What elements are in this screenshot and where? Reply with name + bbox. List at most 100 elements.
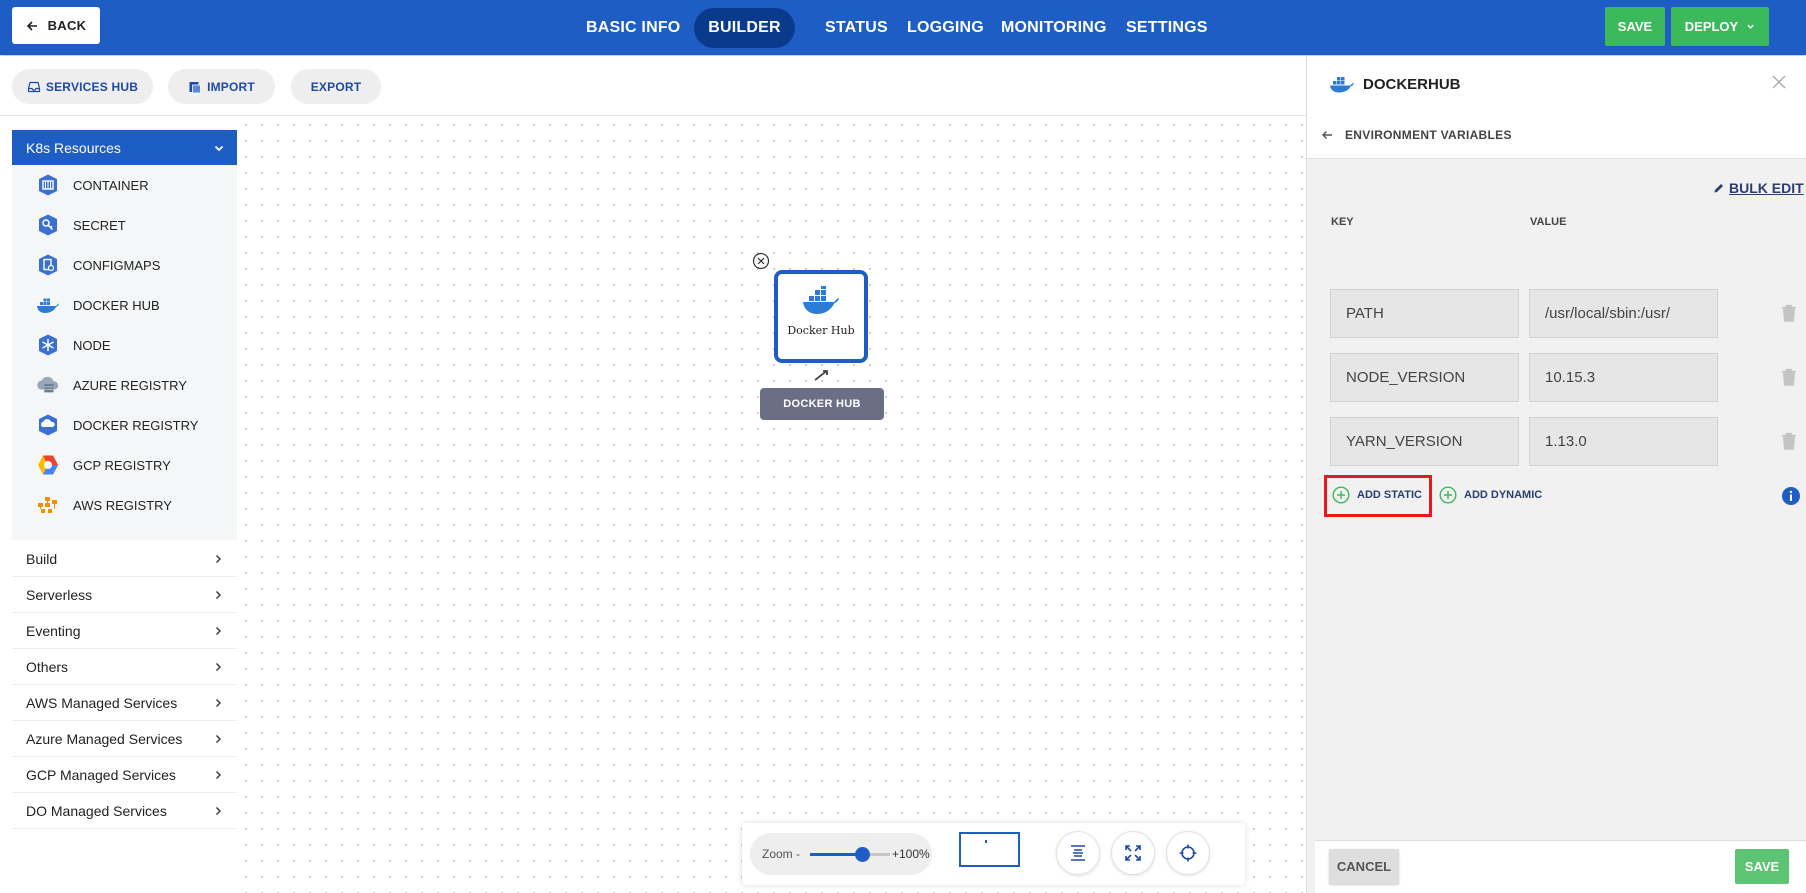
align-center-button[interactable] bbox=[1056, 831, 1100, 875]
sidebar-item-label: SECRET bbox=[73, 217, 126, 233]
sidebar-category-gcp-managed[interactable]: GCP Managed Services bbox=[12, 757, 237, 793]
panel-footer: CANCEL SAVE bbox=[1315, 840, 1806, 893]
env-value-input[interactable]: 10.15.3 bbox=[1529, 353, 1718, 402]
docker-registry-icon bbox=[36, 413, 60, 437]
panel-title: DOCKERHUB bbox=[1363, 76, 1461, 93]
plus-circle-icon bbox=[1332, 486, 1350, 504]
builder-canvas[interactable] bbox=[238, 117, 1306, 893]
zoom-out-button[interactable]: - bbox=[796, 847, 800, 861]
docker-icon bbox=[1330, 77, 1354, 93]
environment-variables-header[interactable]: ENVIRONMENT VARIABLES bbox=[1307, 111, 1806, 159]
align-center-icon bbox=[1071, 845, 1085, 861]
top-save-button[interactable]: SAVE bbox=[1605, 7, 1665, 46]
sidebar-item-node[interactable]: NODE bbox=[12, 325, 237, 365]
plus-circle-icon bbox=[1439, 486, 1457, 504]
sidebar-item-docker-hub[interactable]: DOCKER HUB bbox=[12, 285, 237, 325]
services-hub-label: SERVICES HUB bbox=[45, 79, 139, 94]
sidebar-item-configmaps[interactable]: CONFIGMAPS bbox=[12, 245, 237, 285]
tab-builder[interactable]: BUILDER bbox=[694, 8, 795, 48]
zoom-slider[interactable] bbox=[810, 847, 890, 862]
minimap[interactable] bbox=[959, 832, 1020, 867]
sidebar-item-azure-registry[interactable]: AZURE REGISTRY bbox=[12, 365, 237, 405]
bulk-edit-button[interactable]: BULK EDIT bbox=[1713, 180, 1804, 196]
sidebar-item-gcp-registry[interactable]: GCP REGISTRY bbox=[12, 445, 237, 485]
main-nav: BASIC INFO BUILDER STATUS LOGGING MONITO… bbox=[0, 8, 1806, 48]
category-label: DO Managed Services bbox=[26, 802, 167, 819]
chevron-right-icon bbox=[216, 698, 221, 707]
env-key-input[interactable]: PATH bbox=[1330, 289, 1519, 338]
sidebar-category-others[interactable]: Others bbox=[12, 649, 237, 685]
sidebar-category-serverless[interactable]: Serverless bbox=[12, 577, 237, 613]
bulk-edit-label: BULK EDIT bbox=[1729, 180, 1804, 196]
key-column-header: KEY bbox=[1331, 216, 1354, 228]
docker-hub-node[interactable]: Docker Hub bbox=[774, 270, 868, 363]
category-label: Azure Managed Services bbox=[26, 730, 183, 747]
tab-logging[interactable]: LOGGING bbox=[907, 8, 984, 48]
connector-handle-icon[interactable] bbox=[812, 368, 830, 382]
env-value-input[interactable]: /usr/local/sbin:/usr/ bbox=[1529, 289, 1718, 338]
aws-registry-icon bbox=[36, 493, 60, 517]
fit-view-button[interactable] bbox=[1111, 831, 1155, 875]
close-icon[interactable] bbox=[1771, 74, 1787, 90]
secret-icon bbox=[36, 213, 60, 237]
import-button[interactable]: IMPORT bbox=[168, 69, 275, 104]
tab-settings[interactable]: SETTINGS bbox=[1126, 8, 1208, 48]
node-remove-icon[interactable] bbox=[752, 252, 770, 270]
info-icon[interactable] bbox=[1782, 487, 1800, 505]
section-title: ENVIRONMENT VARIABLES bbox=[1345, 128, 1512, 142]
export-button[interactable]: EXPORT bbox=[291, 69, 381, 104]
k8s-resources-title: K8s Resources bbox=[26, 139, 121, 156]
sidebar-category-do-managed[interactable]: DO Managed Services bbox=[12, 793, 237, 829]
docker-icon bbox=[803, 286, 839, 314]
add-dynamic-button[interactable]: ADD DYNAMIC bbox=[1439, 486, 1542, 504]
node-icon bbox=[36, 333, 60, 357]
sidebar-item-secret[interactable]: SECRET bbox=[12, 205, 237, 245]
category-label: AWS Managed Services bbox=[26, 694, 178, 711]
cancel-label: CANCEL bbox=[1336, 859, 1392, 874]
sidebar-category-aws-managed[interactable]: AWS Managed Services bbox=[12, 685, 237, 721]
zoom-in-value[interactable]: +100% bbox=[892, 847, 930, 861]
category-label: Serverless bbox=[26, 586, 93, 603]
export-label: EXPORT bbox=[310, 79, 362, 94]
trash-icon[interactable] bbox=[1781, 368, 1797, 386]
deploy-button[interactable]: DEPLOY bbox=[1671, 7, 1769, 46]
top-bar: BACK BASIC INFO BUILDER STATUS LOGGING M… bbox=[0, 0, 1806, 55]
chevron-right-icon bbox=[216, 806, 221, 815]
env-vars-body: BULK EDIT KEY VALUE PATH /usr/local/sbin… bbox=[1315, 160, 1806, 840]
sidebar-category-eventing[interactable]: Eventing bbox=[12, 613, 237, 649]
import-icon bbox=[189, 81, 201, 93]
arrow-left-icon[interactable] bbox=[1321, 129, 1333, 141]
sidebar-item-container[interactable]: CONTAINER bbox=[12, 165, 237, 205]
env-key-input[interactable]: NODE_VERSION bbox=[1330, 353, 1519, 402]
sidebar-category-azure-managed[interactable]: Azure Managed Services bbox=[12, 721, 237, 757]
trash-icon[interactable] bbox=[1781, 304, 1797, 322]
env-key-input[interactable]: YARN_VERSION bbox=[1330, 417, 1519, 466]
sidebar-item-docker-registry[interactable]: DOCKER REGISTRY bbox=[12, 405, 237, 445]
sidebar-item-aws-registry[interactable]: AWS REGISTRY bbox=[12, 485, 237, 525]
env-value-input[interactable]: 1.13.0 bbox=[1529, 417, 1718, 466]
services-hub-button[interactable]: SERVICES HUB bbox=[12, 69, 153, 104]
tab-monitoring[interactable]: MONITORING bbox=[1001, 8, 1107, 48]
k8s-resources-header[interactable]: K8s Resources bbox=[12, 130, 237, 165]
resource-sidebar: K8s Resources CONTAINER SECRET CONFIGMAP… bbox=[12, 130, 237, 893]
chevron-down-icon bbox=[1747, 24, 1754, 29]
configmap-icon bbox=[36, 253, 60, 277]
zoom-slider-handle[interactable] bbox=[855, 847, 870, 862]
pencil-icon bbox=[1714, 184, 1723, 193]
sidebar-category-build[interactable]: Build bbox=[12, 541, 237, 577]
category-label: Others bbox=[26, 658, 69, 675]
tab-status[interactable]: STATUS bbox=[825, 8, 888, 48]
trash-icon[interactable] bbox=[1781, 432, 1797, 450]
sidebar-item-label: GCP REGISTRY bbox=[73, 457, 171, 473]
tab-basic-info[interactable]: BASIC INFO bbox=[586, 8, 680, 48]
recenter-button[interactable] bbox=[1166, 831, 1210, 875]
panel-header: DOCKERHUB bbox=[1307, 56, 1806, 111]
panel-save-button[interactable]: SAVE bbox=[1735, 849, 1789, 884]
value-column-header: VALUE bbox=[1530, 216, 1567, 228]
panel-save-label: SAVE bbox=[1744, 859, 1780, 874]
add-static-button[interactable]: ADD STATIC bbox=[1332, 486, 1422, 504]
builder-toolbar: SERVICES HUB IMPORT EXPORT bbox=[0, 56, 1306, 116]
cancel-button[interactable]: CANCEL bbox=[1329, 849, 1399, 884]
add-dynamic-label: ADD DYNAMIC bbox=[1464, 489, 1543, 501]
sidebar-item-label: AWS REGISTRY bbox=[73, 497, 172, 513]
